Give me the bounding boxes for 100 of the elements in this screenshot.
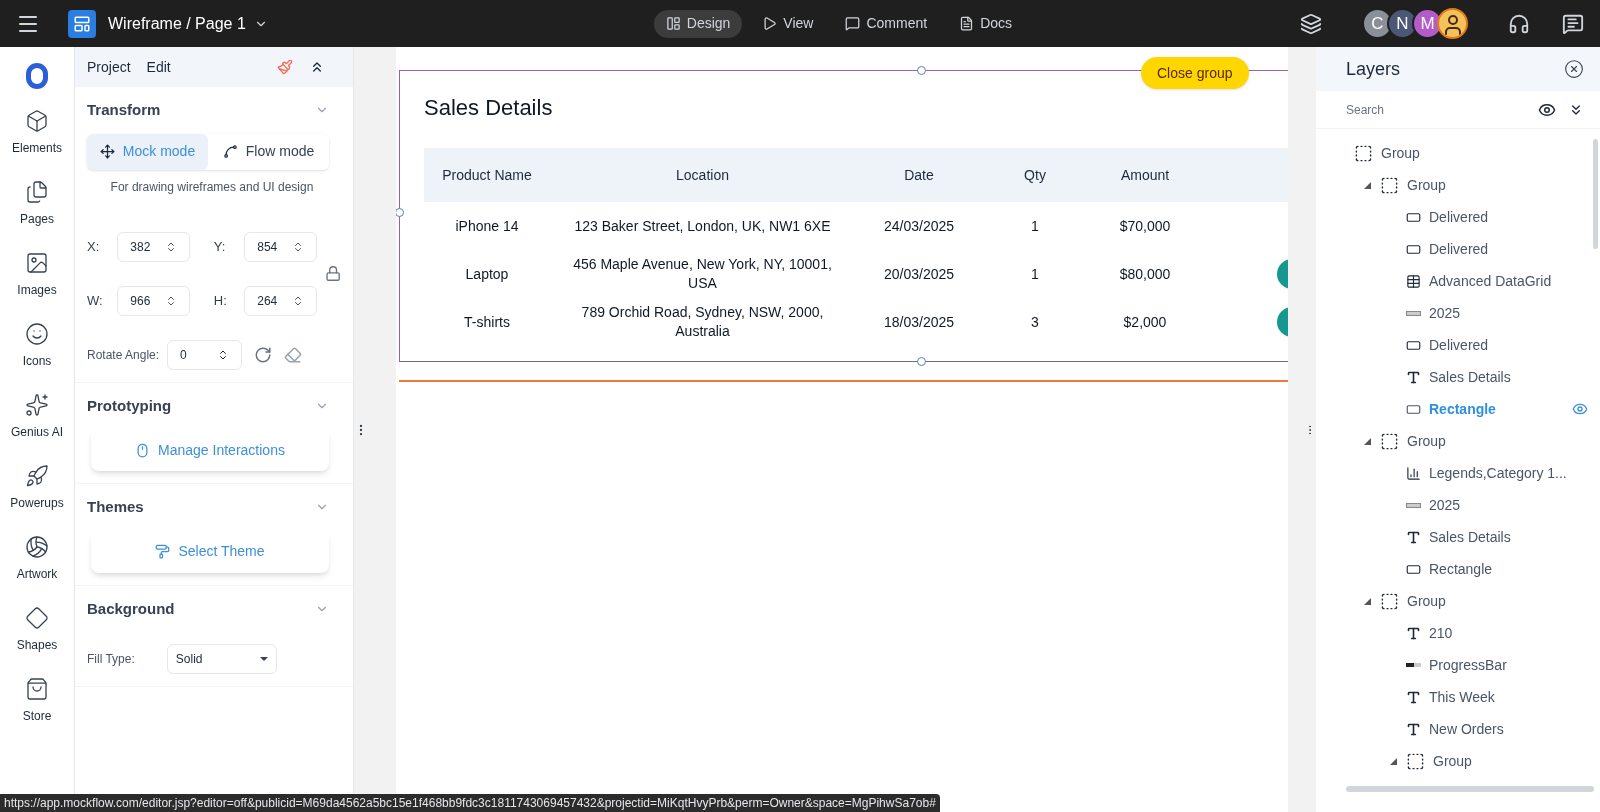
scrollbar[interactable] xyxy=(1593,139,1598,249)
card-title: Sales Details xyxy=(424,94,554,122)
rotate-icon[interactable] xyxy=(254,345,273,364)
table-cell-text: $80,000 xyxy=(1118,264,1172,284)
image-icon xyxy=(25,251,49,275)
mode-tab[interactable]: Docs xyxy=(947,9,1025,38)
number-field[interactable]: 382 xyxy=(117,231,190,262)
layer-item[interactable]: Group xyxy=(1354,142,1600,164)
resize-handle[interactable] xyxy=(917,66,926,75)
manage-interactions-button[interactable]: Manage Interactions xyxy=(91,429,329,471)
rail-item[interactable]: Pages xyxy=(20,180,54,251)
menu-item[interactable]: Edit xyxy=(146,56,171,78)
layer-item[interactable]: Delivered xyxy=(1406,334,1600,356)
table-cell-text: 789 Orchid Road, Sydney, NSW, 2000, Australia xyxy=(580,303,825,341)
expand-triangle-icon[interactable] xyxy=(1364,181,1371,189)
resize-arrows-icon xyxy=(99,144,115,159)
select-theme-button[interactable]: Select Theme xyxy=(91,530,329,573)
search-field[interactable]: Search xyxy=(1346,100,1526,119)
group-icon xyxy=(1354,143,1373,163)
scrollbar[interactable] xyxy=(1346,786,1594,792)
rail-item[interactable]: Artwork xyxy=(16,535,58,606)
layer-item[interactable]: This Week xyxy=(1406,686,1600,708)
section-title: Transform xyxy=(87,100,161,120)
bag-icon xyxy=(25,677,49,701)
layer-item[interactable]: Advanced DataGrid xyxy=(1406,270,1600,292)
user-avatar[interactable] xyxy=(1437,8,1468,39)
field-label: X: xyxy=(87,237,101,256)
layer-item[interactable]: Sales Details xyxy=(1406,366,1600,388)
table-cell-text: iPhone 14 xyxy=(454,216,520,236)
group-icon xyxy=(1380,431,1399,451)
table-cell-text: 123 Baker Street, London, UK, NW1 6XE xyxy=(573,216,832,236)
paint-roller-icon xyxy=(155,544,171,559)
layout-icon xyxy=(665,16,681,31)
diamond-icon xyxy=(25,606,49,630)
number-field[interactable]: 0 xyxy=(167,339,243,370)
rail-item[interactable]: Elements xyxy=(12,109,62,180)
group-icon xyxy=(1380,591,1399,611)
comment-icon xyxy=(845,16,861,31)
layer-item[interactable]: Group xyxy=(1406,750,1600,772)
text-icon xyxy=(1406,625,1421,641)
table-cell-text: 24/03/2025 xyxy=(882,216,956,236)
rail-item[interactable]: Store xyxy=(22,677,52,748)
expand-triangle-icon[interactable] xyxy=(1390,757,1397,765)
brand-logo-icon xyxy=(26,63,48,89)
layer-item[interactable]: Delivered xyxy=(1406,238,1600,260)
rail-item[interactable]: Icons xyxy=(22,322,52,393)
layer-item[interactable]: Legends,Category 1... xyxy=(1406,462,1600,484)
resize-handle[interactable] xyxy=(396,208,404,217)
brush-icon[interactable] xyxy=(277,59,293,75)
rail-item[interactable]: Genius AI xyxy=(11,393,63,464)
rail-item[interactable]: Powerups xyxy=(10,464,64,535)
mode-toggle[interactable]: Flow mode xyxy=(208,133,329,170)
layer-item[interactable]: ProgressBar xyxy=(1406,654,1600,676)
field-label: H: xyxy=(213,291,228,310)
text-icon xyxy=(1406,721,1421,737)
lock-icon[interactable] xyxy=(324,265,341,282)
field-label: Y: xyxy=(213,237,227,256)
number-field[interactable]: 966 xyxy=(117,285,190,316)
expand-triangle-icon[interactable] xyxy=(1364,437,1371,445)
headphones-icon[interactable] xyxy=(1508,12,1530,35)
table-cell-text: Laptop xyxy=(464,264,510,284)
layer-item[interactable]: Delivered xyxy=(1406,206,1600,228)
layer-item[interactable]: Group xyxy=(1380,430,1600,452)
column-header: Qty xyxy=(1023,165,1047,185)
resize-handle[interactable] xyxy=(917,357,926,366)
menu-item[interactable]: Project xyxy=(87,56,131,78)
expand-triangle-icon[interactable] xyxy=(1364,597,1371,605)
rail-item[interactable]: Shapes xyxy=(16,606,58,677)
layer-item[interactable]: Group xyxy=(1380,174,1600,196)
cube-icon xyxy=(25,109,49,133)
file-title[interactable]: Wireframe / Page 1 xyxy=(108,11,246,36)
number-field[interactable]: 264 xyxy=(244,285,317,316)
mode-tab[interactable]: Design xyxy=(653,9,743,38)
eraser-icon[interactable] xyxy=(284,345,303,364)
table-cell-text: $70,000 xyxy=(1118,216,1172,236)
rocket-icon xyxy=(25,464,49,488)
layer-item[interactable]: New Orders xyxy=(1406,718,1600,740)
layer-item[interactable]: Sales Details xyxy=(1406,526,1600,548)
bar-chart-icon xyxy=(1406,465,1421,481)
fill-type-select[interactable]: Solid xyxy=(166,644,277,674)
rail-item[interactable]: Images xyxy=(17,251,57,322)
layer-item[interactable]: 210 xyxy=(1406,622,1600,644)
layer-item[interactable]: 2025 xyxy=(1406,302,1600,324)
table-cell-text: 18/03/2025 xyxy=(882,312,956,332)
table-cell-text: 3 xyxy=(1030,312,1040,332)
mode-tab[interactable]: View xyxy=(750,9,826,38)
ball-icon xyxy=(25,535,49,559)
layer-item[interactable]: Group xyxy=(1380,590,1600,612)
table-cell-text: T-shirts xyxy=(463,312,511,332)
progress-bar-icon xyxy=(1406,663,1421,667)
number-field[interactable]: 854 xyxy=(244,231,317,262)
column-header: Date xyxy=(903,165,935,185)
close-group-button[interactable]: Close group xyxy=(1141,57,1249,89)
layer-item[interactable]: Rectangle xyxy=(1406,558,1600,580)
close-icon[interactable] xyxy=(1564,59,1584,79)
layers-icon[interactable] xyxy=(1300,12,1322,35)
column-header: Location xyxy=(675,165,730,185)
layer-item[interactable]: 2025 xyxy=(1406,494,1600,516)
mode-tab[interactable]: Comment xyxy=(833,9,940,38)
app-logo-icon[interactable] xyxy=(68,9,96,38)
